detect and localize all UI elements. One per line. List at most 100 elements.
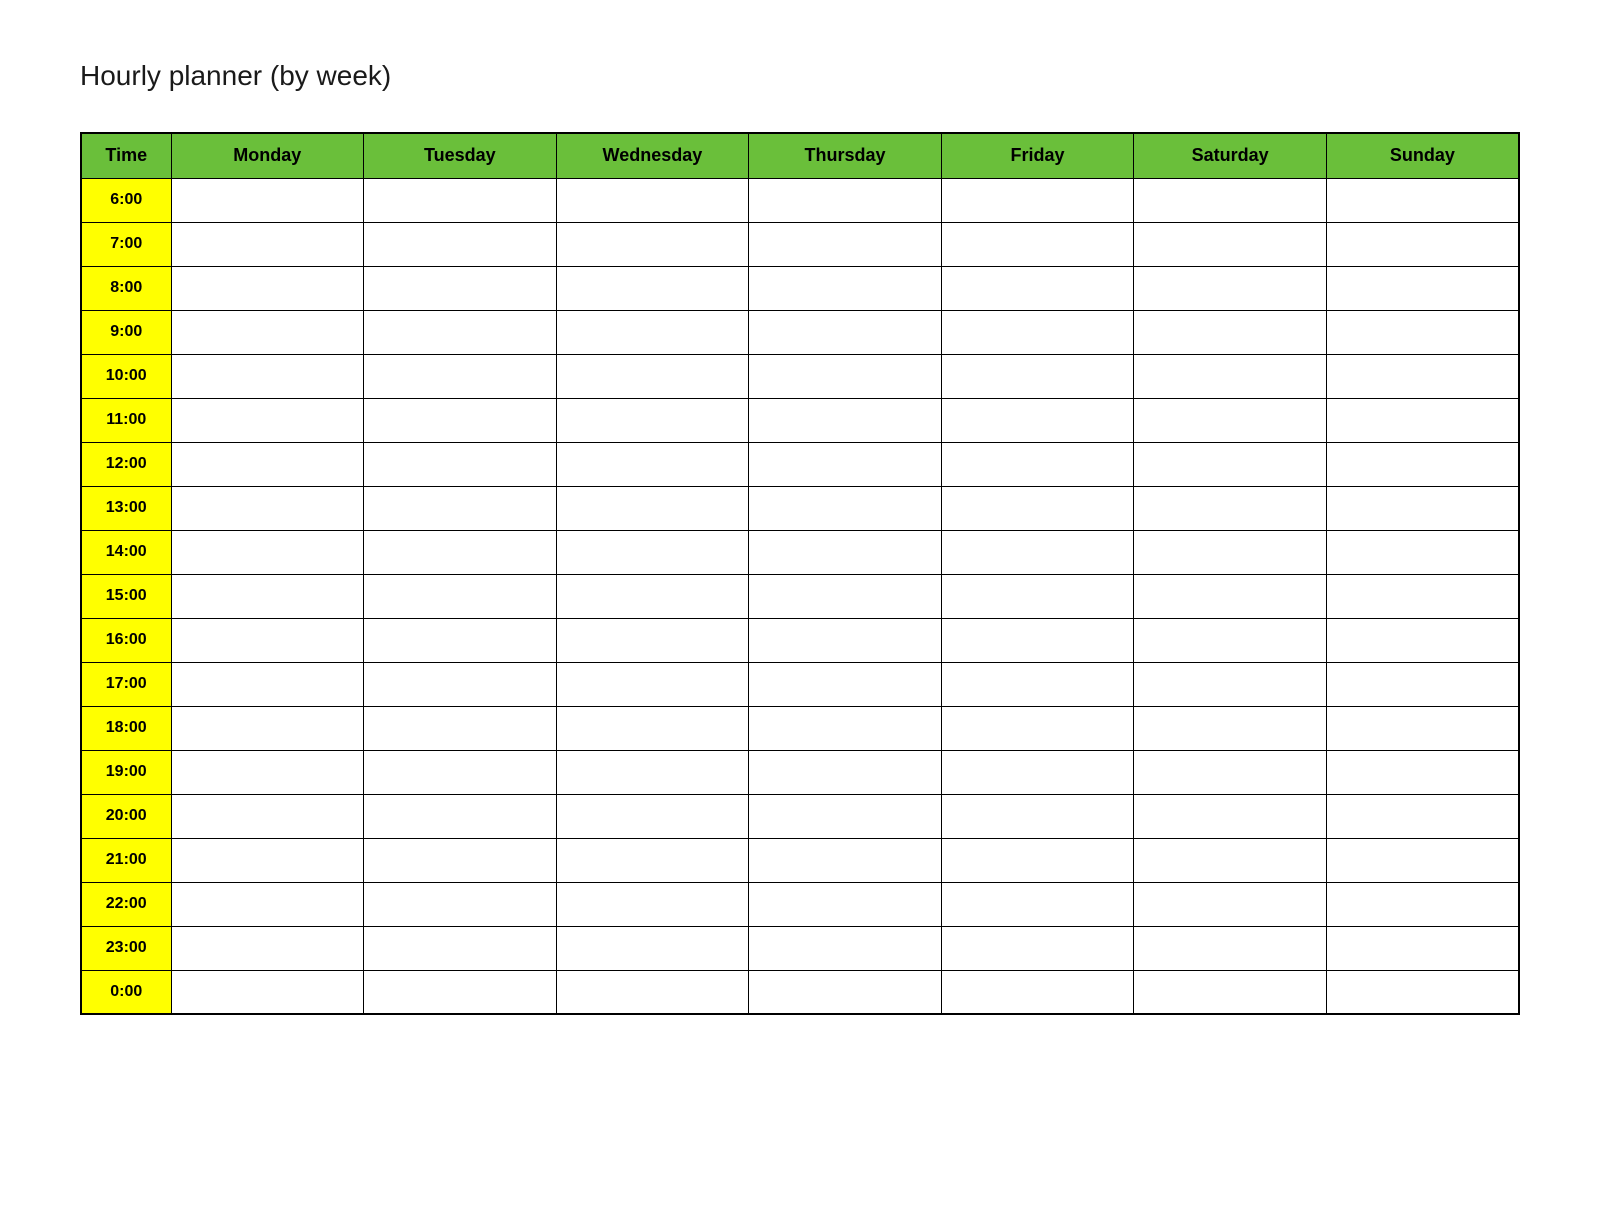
day-cell[interactable]: [364, 882, 557, 926]
day-cell[interactable]: [941, 486, 1134, 530]
day-cell[interactable]: [1134, 926, 1327, 970]
day-cell[interactable]: [749, 266, 942, 310]
day-cell[interactable]: [1326, 310, 1519, 354]
day-cell[interactable]: [941, 574, 1134, 618]
day-cell[interactable]: [171, 442, 364, 486]
day-cell[interactable]: [1326, 882, 1519, 926]
day-cell[interactable]: [171, 310, 364, 354]
day-cell[interactable]: [1326, 970, 1519, 1014]
day-cell[interactable]: [749, 750, 942, 794]
day-cell[interactable]: [171, 178, 364, 222]
day-cell[interactable]: [941, 794, 1134, 838]
day-cell[interactable]: [941, 750, 1134, 794]
day-cell[interactable]: [941, 266, 1134, 310]
day-cell[interactable]: [171, 618, 364, 662]
day-cell[interactable]: [749, 178, 942, 222]
day-cell[interactable]: [556, 486, 749, 530]
day-cell[interactable]: [749, 970, 942, 1014]
day-cell[interactable]: [171, 838, 364, 882]
day-cell[interactable]: [749, 530, 942, 574]
day-cell[interactable]: [1134, 750, 1327, 794]
day-cell[interactable]: [749, 398, 942, 442]
day-cell[interactable]: [171, 706, 364, 750]
day-cell[interactable]: [1134, 222, 1327, 266]
day-cell[interactable]: [364, 530, 557, 574]
day-cell[interactable]: [749, 882, 942, 926]
day-cell[interactable]: [941, 530, 1134, 574]
day-cell[interactable]: [1134, 838, 1327, 882]
day-cell[interactable]: [556, 574, 749, 618]
day-cell[interactable]: [749, 574, 942, 618]
day-cell[interactable]: [749, 794, 942, 838]
day-cell[interactable]: [171, 970, 364, 1014]
day-cell[interactable]: [1326, 530, 1519, 574]
day-cell[interactable]: [1134, 486, 1327, 530]
day-cell[interactable]: [1326, 574, 1519, 618]
day-cell[interactable]: [1326, 486, 1519, 530]
day-cell[interactable]: [1134, 442, 1327, 486]
day-cell[interactable]: [171, 882, 364, 926]
day-cell[interactable]: [749, 618, 942, 662]
day-cell[interactable]: [556, 266, 749, 310]
day-cell[interactable]: [171, 750, 364, 794]
day-cell[interactable]: [556, 618, 749, 662]
day-cell[interactable]: [171, 662, 364, 706]
day-cell[interactable]: [1134, 662, 1327, 706]
day-cell[interactable]: [749, 310, 942, 354]
day-cell[interactable]: [1134, 574, 1327, 618]
day-cell[interactable]: [556, 662, 749, 706]
day-cell[interactable]: [556, 970, 749, 1014]
day-cell[interactable]: [1326, 662, 1519, 706]
day-cell[interactable]: [1134, 882, 1327, 926]
day-cell[interactable]: [749, 486, 942, 530]
day-cell[interactable]: [1134, 310, 1327, 354]
day-cell[interactable]: [1134, 970, 1327, 1014]
day-cell[interactable]: [1326, 838, 1519, 882]
day-cell[interactable]: [364, 354, 557, 398]
day-cell[interactable]: [749, 222, 942, 266]
day-cell[interactable]: [171, 486, 364, 530]
day-cell[interactable]: [556, 794, 749, 838]
day-cell[interactable]: [941, 222, 1134, 266]
day-cell[interactable]: [1134, 530, 1327, 574]
day-cell[interactable]: [556, 750, 749, 794]
day-cell[interactable]: [364, 442, 557, 486]
day-cell[interactable]: [556, 178, 749, 222]
day-cell[interactable]: [749, 442, 942, 486]
day-cell[interactable]: [1134, 266, 1327, 310]
day-cell[interactable]: [556, 310, 749, 354]
day-cell[interactable]: [1134, 178, 1327, 222]
day-cell[interactable]: [171, 222, 364, 266]
day-cell[interactable]: [364, 178, 557, 222]
day-cell[interactable]: [556, 398, 749, 442]
day-cell[interactable]: [556, 926, 749, 970]
day-cell[interactable]: [556, 706, 749, 750]
day-cell[interactable]: [941, 838, 1134, 882]
day-cell[interactable]: [1134, 618, 1327, 662]
day-cell[interactable]: [1134, 398, 1327, 442]
day-cell[interactable]: [1326, 222, 1519, 266]
day-cell[interactable]: [556, 838, 749, 882]
day-cell[interactable]: [1326, 442, 1519, 486]
day-cell[interactable]: [1134, 794, 1327, 838]
day-cell[interactable]: [364, 926, 557, 970]
day-cell[interactable]: [364, 970, 557, 1014]
day-cell[interactable]: [171, 398, 364, 442]
day-cell[interactable]: [364, 794, 557, 838]
day-cell[interactable]: [1326, 354, 1519, 398]
day-cell[interactable]: [364, 222, 557, 266]
day-cell[interactable]: [749, 706, 942, 750]
day-cell[interactable]: [171, 574, 364, 618]
day-cell[interactable]: [1134, 706, 1327, 750]
day-cell[interactable]: [941, 882, 1134, 926]
day-cell[interactable]: [1326, 618, 1519, 662]
day-cell[interactable]: [364, 662, 557, 706]
day-cell[interactable]: [364, 618, 557, 662]
day-cell[interactable]: [941, 354, 1134, 398]
day-cell[interactable]: [941, 178, 1134, 222]
day-cell[interactable]: [941, 442, 1134, 486]
day-cell[interactable]: [1326, 178, 1519, 222]
day-cell[interactable]: [364, 310, 557, 354]
day-cell[interactable]: [171, 794, 364, 838]
day-cell[interactable]: [941, 618, 1134, 662]
